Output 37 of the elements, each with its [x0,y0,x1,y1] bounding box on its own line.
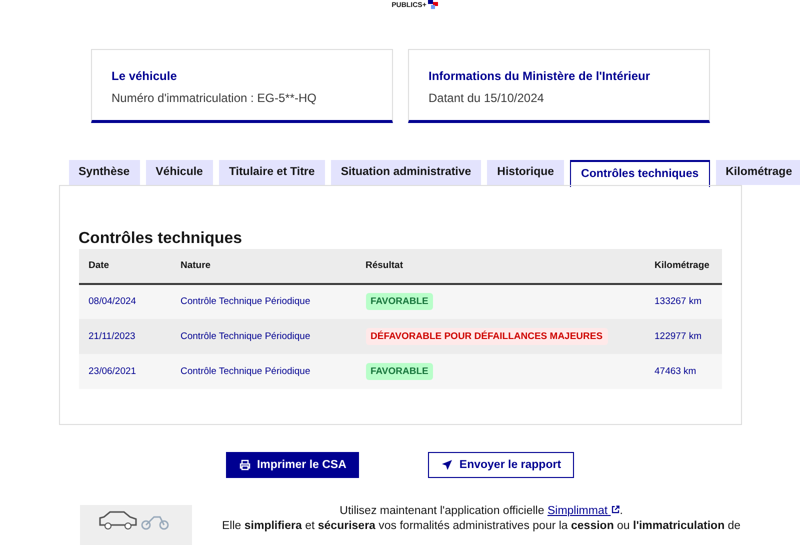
tab[interactable]: Titulaire et Titre [218,160,325,184]
table-cell: Contrôle Technique Périodique [170,318,356,354]
result-badge: FAVORABLE [366,293,434,310]
tab[interactable]: Véhicule [146,160,213,184]
table-cell: 23/06/2021 [78,354,170,388]
promo-text: Elle simplifiera et sécurisera vos formalités administratives pour la cession ou l'immatriculation de [222,520,741,532]
column-header: Résultat [356,248,644,284]
print-button[interactable]: Imprimer le CSA [226,452,360,478]
external-link-icon [610,505,620,514]
table-cell: 21/11/2023 [78,318,170,354]
tab[interactable]: Situation administrative [330,160,482,184]
app-link[interactable]: Simplimmat [547,505,620,517]
column-header: Kilométrage [644,248,722,284]
send-button[interactable]: Envoyer le rapport [428,452,574,478]
column-header: Nature [170,248,356,284]
send-icon [441,459,454,471]
column-header: Date [78,248,170,284]
table-cell: Contrôle Technique Périodique [170,354,356,388]
logo-icon [428,0,438,8]
tab[interactable]: Synthèse [68,160,140,184]
table-cell: 122977 km [644,318,722,354]
card-title: Informations du Ministère de l'Intérieur [428,68,652,82]
card-text: Numéro d'immatriculation : EG-5**-HQ [112,90,318,104]
printer-icon [238,459,251,471]
promo-text: Utilisez maintenant l'application officielle Simplimmat . [340,505,623,517]
tab[interactable]: Historique [487,160,564,184]
section-title: Contrôles techniques [78,230,244,248]
card-text: Datant du 15/10/2024 [428,90,545,104]
table-cell: 08/04/2024 [78,284,170,318]
tab[interactable]: Kilométrage [716,160,800,184]
tab[interactable]: Contrôles techniques [570,160,710,186]
table-cell: 47463 km [644,354,722,388]
table-cell: Contrôle Technique Périodique [170,284,356,318]
card-title: Le véhicule [112,68,178,82]
result-badge: FAVORABLE [366,362,434,380]
table-cell: 133267 km [644,284,722,318]
result-badge: DÉFAVORABLE POUR DÉFAILLANCES MAJEURES [366,328,608,344]
